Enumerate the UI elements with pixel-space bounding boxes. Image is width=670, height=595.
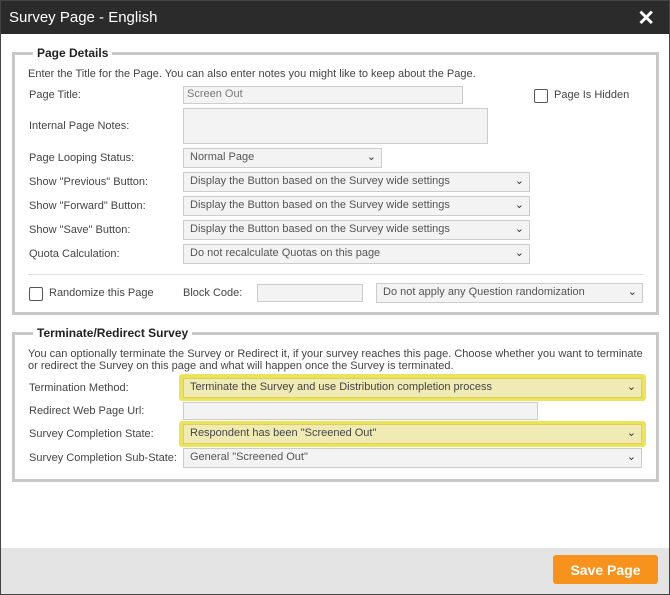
termination-method-value: Terminate the Survey and use Distributio…	[190, 381, 493, 393]
chevron-down-icon: ⌄	[514, 223, 524, 235]
chevron-down-icon: ⌄	[626, 381, 636, 393]
completion-state-label: Survey Completion State:	[29, 428, 154, 440]
chevron-down-icon: ⌄	[626, 451, 636, 463]
completion-substate-label: Survey Completion Sub-State:	[29, 452, 177, 464]
close-icon[interactable]: ✕	[637, 6, 655, 31]
previous-button-select[interactable]: Display the Button based on the Survey w…	[183, 172, 530, 192]
previous-button-label: Show "Previous" Button:	[29, 176, 149, 188]
block-code-input[interactable]	[257, 284, 363, 302]
dialog-footer: Save Page	[1, 548, 669, 594]
chevron-down-icon: ⌄	[514, 247, 524, 259]
title-bar: Survey Page - English ✕	[1, 1, 669, 34]
survey-page-dialog: Survey Page - English ✕ Page Details Ent…	[0, 0, 670, 595]
completion-state-value: Respondent has been "Screened Out"	[190, 427, 377, 439]
chevron-down-icon: ⌄	[626, 427, 636, 439]
question-randomization-select[interactable]: Do not apply any Question randomization …	[376, 283, 643, 303]
save-button-select[interactable]: Display the Button based on the Survey w…	[183, 220, 530, 240]
page-title-label: Page Title:	[29, 89, 81, 101]
redirect-url-label: Redirect Web Page Url:	[29, 405, 145, 417]
dialog-title: Survey Page - English	[9, 9, 158, 26]
question-randomization-value: Do not apply any Question randomization	[383, 286, 585, 298]
page-title-input[interactable]: Screen Out	[183, 86, 463, 104]
looping-status-label: Page Looping Status:	[29, 152, 135, 164]
completion-state-select[interactable]: Respondent has been "Screened Out" ⌄	[183, 424, 642, 444]
chevron-down-icon: ⌄	[627, 286, 637, 298]
terminate-hint: You can optionally terminate the Survey …	[28, 348, 643, 372]
block-code-label: Block Code:	[183, 287, 243, 299]
termination-method-label: Termination Method:	[29, 382, 129, 394]
termination-method-select[interactable]: Terminate the Survey and use Distributio…	[183, 378, 642, 398]
completion-substate-value: General "Screened Out"	[190, 451, 308, 463]
save-page-button[interactable]: Save Page	[553, 555, 658, 584]
redirect-url-input[interactable]	[183, 402, 538, 420]
section-divider	[28, 274, 643, 275]
forward-button-value: Display the Button based on the Survey w…	[190, 199, 450, 211]
completion-substate-select[interactable]: General "Screened Out" ⌄	[183, 448, 642, 468]
chevron-down-icon: ⌄	[366, 151, 376, 163]
save-button-label: Show "Save" Button:	[29, 224, 131, 236]
dialog-content: Page Details Enter the Title for the Pag…	[1, 34, 669, 548]
internal-notes-label: Internal Page Notes:	[29, 120, 130, 132]
chevron-down-icon: ⌄	[514, 199, 524, 211]
looping-status-select[interactable]: Normal Page ⌄	[183, 148, 382, 168]
page-details-legend: Page Details	[37, 46, 109, 60]
quota-calculation-select[interactable]: Do not recalculate Quotas on this page ⌄	[183, 244, 530, 264]
randomize-page-label: Randomize this Page	[49, 287, 154, 299]
page-is-hidden-checkbox[interactable]	[534, 89, 548, 103]
save-button-value: Display the Button based on the Survey w…	[190, 223, 450, 235]
internal-notes-textarea[interactable]	[183, 108, 488, 144]
previous-button-value: Display the Button based on the Survey w…	[190, 175, 450, 187]
page-details-hint: Enter the Title for the Page. You can al…	[28, 68, 476, 80]
chevron-down-icon: ⌄	[514, 175, 524, 187]
quota-calculation-label: Quota Calculation:	[29, 248, 120, 260]
quota-calculation-value: Do not recalculate Quotas on this page	[190, 247, 381, 259]
terminate-legend: Terminate/Redirect Survey	[37, 326, 189, 340]
forward-button-select[interactable]: Display the Button based on the Survey w…	[183, 196, 530, 216]
looping-status-value: Normal Page	[190, 151, 255, 163]
randomize-page-checkbox[interactable]	[29, 287, 43, 301]
forward-button-label: Show "Forward" Button:	[29, 200, 146, 212]
page-is-hidden-label: Page Is Hidden	[554, 89, 630, 101]
